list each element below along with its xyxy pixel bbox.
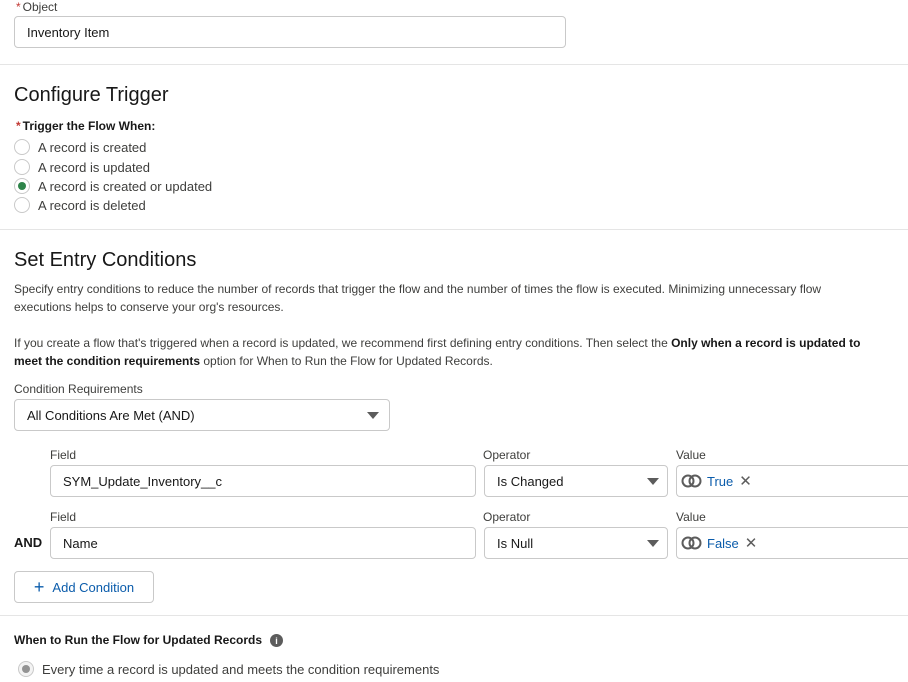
- add-condition-label: Add Condition: [52, 579, 135, 595]
- radio-button-checked[interactable]: [18, 661, 34, 677]
- condition-2-value-input[interactable]: False ✕: [676, 527, 908, 559]
- radio-button-checked[interactable]: [14, 178, 30, 194]
- recommendation-text: If you create a flow that's triggered wh…: [14, 336, 672, 350]
- toggle-link-icon: [681, 474, 703, 488]
- trigger-option-created[interactable]: A record is created: [14, 139, 146, 155]
- info-icon[interactable]: i: [270, 634, 283, 648]
- required-mark: *: [16, 0, 21, 14]
- object-input-value: Inventory Item: [27, 24, 110, 40]
- object-input[interactable]: Inventory Item: [14, 16, 566, 48]
- condition-requirements-select[interactable]: All Conditions Are Met (AND): [14, 399, 390, 431]
- trigger-when-label-text: Trigger the Flow When:: [22, 119, 156, 133]
- object-label-text: Object: [22, 0, 58, 14]
- chevron-down-icon: [367, 412, 379, 419]
- entry-conditions-description: Specify entry conditions to reduce the n…: [14, 282, 822, 314]
- radio-label: A record is created: [38, 139, 147, 155]
- condition-1-value-input[interactable]: True ✕: [676, 465, 908, 497]
- when-to-run-label: When to Run the Flow for Updated Records…: [14, 633, 283, 648]
- entry-conditions-title: Set Entry Conditions: [14, 249, 197, 271]
- field-value: Name: [63, 535, 98, 551]
- radio-button[interactable]: [14, 139, 30, 155]
- operator-value: Is Changed: [497, 473, 564, 489]
- chevron-down-icon: [647, 478, 659, 485]
- add-icon: +: [33, 577, 45, 597]
- radio-label: Every time a record is updated and meets…: [42, 661, 440, 677]
- operator-label: Operator: [483, 510, 531, 524]
- field-label: Field: [50, 510, 77, 524]
- and-prefix: AND: [14, 535, 43, 550]
- object-label: * Object: [16, 0, 57, 14]
- toggle-link-icon: [681, 536, 703, 550]
- value-pill[interactable]: False ✕: [681, 534, 757, 552]
- value-pill[interactable]: True ✕: [681, 472, 752, 490]
- close-icon[interactable]: ✕: [739, 472, 752, 490]
- value-pill-text: False: [707, 535, 739, 551]
- condition-requirements-label: Condition Requirements: [14, 382, 143, 396]
- configure-trigger-title: Configure Trigger: [14, 84, 169, 106]
- when-to-run-option-every-time[interactable]: Every time a record is updated and meets…: [18, 661, 439, 677]
- radio-label: A record is created or updated: [38, 178, 213, 194]
- recommendation-text-end: option for When to Run the Flow for Upda…: [200, 354, 493, 368]
- divider-2: [0, 229, 908, 230]
- radio-button[interactable]: [14, 159, 30, 175]
- chevron-down-icon: [647, 540, 659, 547]
- trigger-option-deleted[interactable]: A record is deleted: [14, 197, 146, 213]
- required-mark: *: [16, 119, 21, 133]
- operator-value: Is Null: [497, 535, 534, 551]
- when-to-run-label-text: When to Run the Flow for Updated Records: [14, 633, 262, 647]
- condition-requirements-value: All Conditions Are Met (AND): [27, 407, 195, 423]
- divider-1: [0, 64, 908, 65]
- trigger-option-created-or-updated[interactable]: A record is created or updated: [14, 178, 212, 194]
- add-condition-button[interactable]: + Add Condition: [14, 571, 154, 603]
- field-label: Field: [50, 448, 77, 462]
- condition-2-field-input[interactable]: Name: [50, 527, 476, 559]
- value-label: Value: [676, 510, 706, 524]
- condition-1-operator-select[interactable]: Is Changed: [484, 465, 668, 497]
- radio-label: A record is deleted: [38, 197, 146, 213]
- field-value: SYM_Update_Inventory__c: [63, 473, 222, 489]
- condition-1-field-input[interactable]: SYM_Update_Inventory__c: [50, 465, 476, 497]
- radio-button[interactable]: [14, 197, 30, 213]
- trigger-option-updated[interactable]: A record is updated: [14, 159, 150, 175]
- entry-conditions-recommendation: If you create a flow that's triggered wh…: [14, 334, 874, 370]
- condition-2-operator-select[interactable]: Is Null: [484, 527, 668, 559]
- trigger-when-label: * Trigger the Flow When:: [16, 119, 155, 133]
- value-label: Value: [676, 448, 706, 462]
- operator-label: Operator: [483, 448, 531, 462]
- radio-label: A record is updated: [38, 159, 151, 175]
- value-pill-text: True: [707, 473, 734, 489]
- divider-3: [0, 615, 908, 616]
- close-icon[interactable]: ✕: [745, 534, 758, 552]
